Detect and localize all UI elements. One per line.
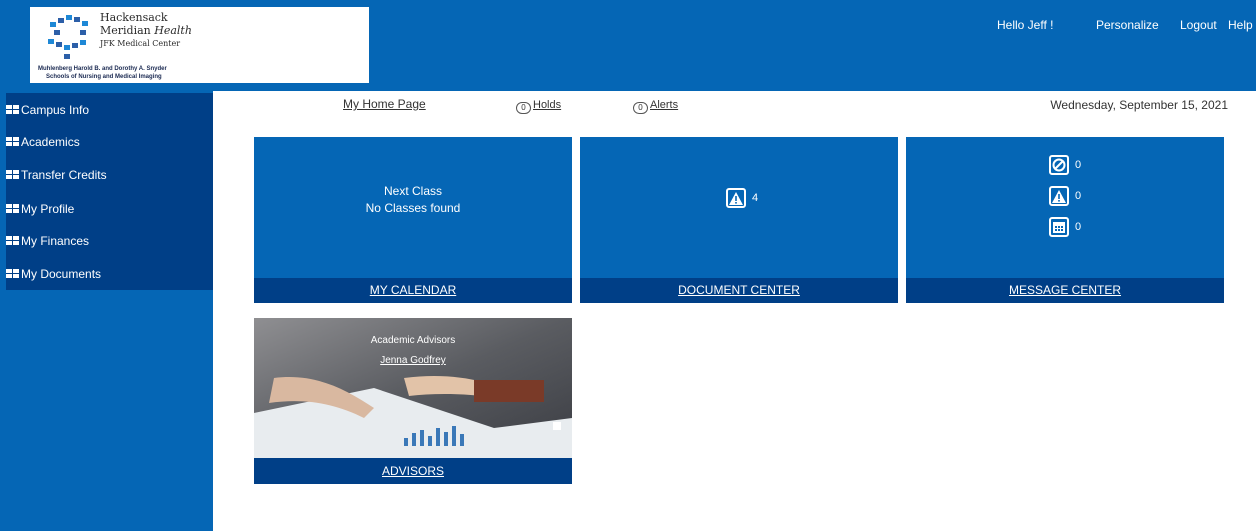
header-bar: Hackensack Meridian Health JFK Medical C…	[0, 0, 1256, 91]
message-center-link[interactable]: MESSAGE CENTER	[906, 278, 1224, 303]
logo-line-1: Hackensack	[100, 11, 168, 24]
blocked-count: 0	[1075, 159, 1082, 171]
personalize-link[interactable]: Personalize	[1096, 18, 1159, 32]
warning-icon	[1049, 186, 1069, 206]
grid-icon	[6, 170, 19, 180]
blocked-row: 0	[1049, 155, 1081, 175]
warning-icon	[726, 188, 746, 208]
academic-advisors-heading: Academic Advisors	[370, 335, 456, 346]
document-count: 4	[752, 192, 759, 204]
grid-icon	[6, 236, 19, 246]
alert-count: 0	[1075, 190, 1082, 202]
my-calendar-link[interactable]: MY CALENDAR	[254, 278, 572, 303]
calendar-tile[interactable]: Next Class No Classes found MY CALENDAR	[254, 137, 572, 303]
my-home-page-link[interactable]: My Home Page	[343, 97, 426, 111]
calendar-count: 0	[1075, 221, 1082, 233]
logo-subtitle-1: Muhlenberg Harold B. and Dorothy A. Snyd…	[38, 66, 167, 72]
blocked-icon	[1049, 155, 1069, 175]
grid-icon	[6, 105, 19, 115]
document-center-link[interactable]: DOCUMENT CENTER	[580, 278, 898, 303]
logo-line-2a: Meridian	[100, 24, 155, 37]
institution-logo[interactable]: Hackensack Meridian Health JFK Medical C…	[30, 7, 369, 83]
sidebar-item-label: My Finances	[21, 234, 90, 248]
alerts-label: Alerts	[650, 99, 679, 111]
document-alerts: 4	[726, 188, 758, 208]
grid-icon	[6, 269, 19, 279]
grid-icon	[6, 204, 19, 214]
no-classes-text: No Classes found	[365, 201, 461, 215]
alert-row: 0	[1049, 186, 1081, 206]
logo-line-2b: Health	[154, 24, 192, 37]
sidebar-item-my-documents[interactable]: My Documents	[6, 264, 101, 284]
sidebar-item-transfer-credits[interactable]: Transfer Credits	[6, 165, 107, 185]
next-class-label: Next Class	[383, 184, 442, 198]
advisor-name-link[interactable]: Jenna Godfrey	[254, 355, 572, 366]
grid-icon	[6, 137, 19, 147]
calendar-row: 0	[1049, 217, 1081, 237]
message-center-tile[interactable]: 0 0 0 MESSAGE CENTER	[906, 137, 1224, 303]
logo-line-3: JFK Medical Center	[100, 39, 181, 48]
advisors-tile[interactable]: Academic Advisors Jenna Godfrey ADVISORS	[254, 318, 572, 484]
sidebar-item-label: Academics	[21, 135, 80, 149]
sidebar-item-my-profile[interactable]: My Profile	[6, 199, 74, 219]
sidebar-item-my-finances[interactable]: My Finances	[6, 231, 89, 251]
sidebar-item-label: My Profile	[21, 202, 75, 216]
calendar-icon	[1049, 217, 1069, 237]
alerts-link[interactable]: 0 Alerts	[633, 97, 678, 114]
alerts-count-icon: 0	[633, 102, 648, 114]
greeting: Hello Jeff !	[997, 18, 1054, 32]
logo-line-2: Meridian Health	[100, 24, 192, 37]
logo-subtitle-2: Schools of Nursing and Medical Imaging	[46, 74, 162, 80]
advisors-link[interactable]: ADVISORS	[254, 458, 572, 484]
current-date: Wednesday, September 15, 2021	[1050, 98, 1228, 112]
holds-count-icon: 0	[516, 102, 531, 114]
logout-link[interactable]: Logout	[1180, 18, 1217, 32]
sidebar: Campus Info Academics Transfer Credits M…	[0, 91, 213, 531]
sidebar-item-academics[interactable]: Academics	[6, 132, 80, 152]
sidebar-item-campus-info[interactable]: Campus Info	[6, 100, 89, 120]
sidebar-menu	[6, 93, 213, 290]
holds-link[interactable]: 0 Holds	[516, 97, 561, 114]
help-link[interactable]: Help	[1228, 18, 1253, 32]
sidebar-item-label: My Documents	[21, 267, 102, 281]
sidebar-item-label: Campus Info	[21, 103, 90, 117]
sidebar-item-label: Transfer Credits	[21, 168, 107, 182]
holds-label: Holds	[533, 99, 562, 111]
document-center-tile[interactable]: 4 DOCUMENT CENTER	[580, 137, 898, 303]
